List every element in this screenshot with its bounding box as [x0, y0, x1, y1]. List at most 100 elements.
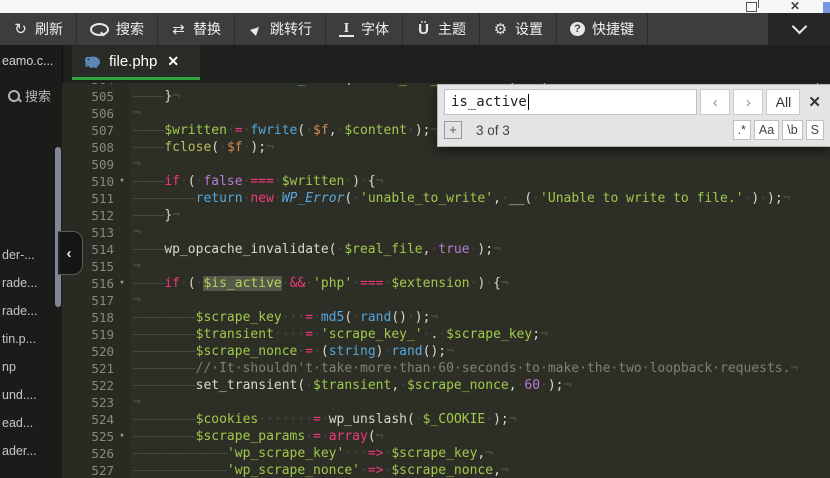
code-line[interactable]: ————if·(·false·===·$written·)·{¬ — [130, 173, 830, 190]
toolbar-button-search[interactable]: 搜索 — [77, 13, 158, 45]
code-line[interactable]: ————————$scrape_nonce·=·(string)·rand();… — [130, 343, 830, 360]
line-number: 524 — [91, 412, 114, 427]
sidebar-file-item[interactable]: ead... — [0, 409, 62, 437]
whole-word-toggle[interactable]: \b — [782, 120, 803, 140]
line-number: 522 — [91, 378, 114, 393]
sidebar-search[interactable]: 搜索 — [8, 86, 62, 105]
gutter-row: 506 — [62, 105, 130, 122]
sidebar-file-item[interactable]: tin.p... — [0, 325, 62, 353]
line-number: 521 — [91, 361, 114, 376]
add-search-button[interactable]: + — [444, 121, 462, 139]
sidebar-file-item[interactable]: rade... — [0, 269, 62, 297]
find-next-button[interactable]: › — [733, 89, 764, 115]
gutter-row: 507 — [62, 122, 130, 139]
fold-arrow-icon[interactable]: ▾ — [114, 275, 130, 292]
code-line[interactable]: ¬ — [130, 292, 830, 309]
line-number: 517 — [91, 293, 114, 308]
chevron-left-icon: ‹ — [66, 244, 72, 262]
gutter-rows: 504505506507508509510▾511512513514515516… — [62, 83, 130, 478]
code-line[interactable]: ————————$transient····=·'scrape_key_'·.·… — [130, 326, 830, 343]
search-panel-row1: is_active ‹ › All ✕ — [438, 85, 830, 118]
toolbar-button-goto-line[interactable]: ▶ 跳转行 — [235, 13, 326, 45]
toolbar: ↻ 刷新 搜索 ⇄ 替换 ▶ 跳转行 I 字体 Ü 主题 ⚙ 设置? 快捷键 — [0, 13, 830, 45]
code-line[interactable]: ————————//·It·shouldn't·take·more·than·6… — [130, 360, 830, 377]
toolbar-button-shortcuts[interactable]: ? 快捷键 — [557, 13, 648, 45]
search-close-icon[interactable]: ✕ — [808, 93, 821, 111]
window-restore-icon[interactable] — [746, 0, 759, 12]
line-number: 525 — [91, 429, 114, 444]
sidebar-file-item[interactable]: ader... — [0, 437, 62, 465]
line-number: 519 — [91, 327, 114, 342]
shortcuts-icon: ? — [570, 22, 585, 36]
toolbar-button-theme[interactable]: Ü 主题 — [403, 13, 480, 45]
gutter-row: 517 — [62, 292, 130, 309]
gutter-row: 524 — [62, 411, 130, 428]
tab-close-icon[interactable]: ✕ — [167, 53, 179, 70]
gutter-row: 520 — [62, 343, 130, 360]
line-number: 514 — [91, 242, 114, 257]
code-line[interactable]: ¬ — [130, 156, 830, 173]
fold-arrow-icon[interactable]: ▾ — [114, 173, 130, 190]
settings-icon: ⚙ — [493, 21, 508, 38]
find-all-button[interactable]: All — [766, 89, 801, 115]
line-number: 516 — [91, 276, 114, 291]
sidebar-scrollbar-thumb[interactable] — [55, 147, 61, 307]
chevron-down-icon — [791, 18, 807, 35]
code-line[interactable]: ¬ — [130, 258, 830, 275]
toolbar-button-label: 搜索 — [116, 21, 144, 37]
code-line[interactable]: ————————$scrape_key···=·md5(·rand()·);¬ — [130, 309, 830, 326]
toolbar-button-settings[interactable]: ⚙ 设置 — [480, 13, 557, 45]
sidebar-file-item[interactable]: und.... — [0, 381, 62, 409]
code-line[interactable]: ————}¬ — [130, 207, 830, 224]
fold-arrow-icon[interactable]: ▾ — [114, 428, 130, 445]
line-number: 527 — [91, 463, 114, 478]
title-strip: ✕ — [0, 0, 830, 24]
code-line[interactable]: ————————————'wp_scrape_key'···=>·$scrape… — [130, 445, 830, 462]
sidebar-current-file[interactable]: eamo.c... — [0, 45, 62, 68]
code-line[interactable]: ————————————'wp_scrape_nonce'·=>·$scrape… — [130, 462, 830, 478]
window-close-icon[interactable]: ✕ — [790, 0, 800, 13]
sidebar-file-item[interactable]: rade... — [0, 297, 62, 325]
match-count: 3 of 3 — [476, 122, 510, 138]
regex-toggle[interactable]: .* — [732, 120, 751, 140]
sidebar-file-item[interactable]: np — [0, 353, 62, 381]
gutter-row: 509 — [62, 156, 130, 173]
code-editor-window: ✕ ↻ 刷新 搜索 ⇄ 替换 ▶ 跳转行 I 字体 Ü 主题 ⚙ 设置? 快捷键 file.php ✕ e… — [0, 0, 830, 478]
gutter-row: 519 — [62, 326, 130, 343]
toolbar-button-refresh[interactable]: ↻ 刷新 — [0, 13, 77, 45]
toolbar-button-label: 跳转行 — [270, 21, 312, 37]
search-panel: is_active ‹ › All ✕ + 3 of 3 .* Aa \b S — [437, 84, 830, 147]
sidebar-search-label: 搜索 — [25, 89, 52, 104]
line-number: 506 — [91, 106, 114, 121]
line-number: 518 — [91, 310, 114, 325]
gutter-row: 521 — [62, 360, 130, 377]
toolbar-button-font[interactable]: I 字体 — [326, 13, 403, 45]
find-previous-button[interactable]: ‹ — [700, 89, 731, 115]
sidebar-collapse-handle[interactable]: ‹ — [58, 231, 83, 275]
code-line[interactable]: ————————$scrape_params·=·array(¬ — [130, 428, 830, 445]
code-line[interactable]: ————————return·new·WP_Error(·'unable_to_… — [130, 190, 830, 207]
search-query-input[interactable]: is_active — [444, 89, 698, 115]
code-line[interactable]: ————————set_transient(·$transient,·$scra… — [130, 377, 830, 394]
code-line[interactable]: ————wp_opcache_invalidate(·$real_file,·t… — [130, 241, 830, 258]
code-line[interactable]: ————if·(·$is_active·&&·'php'·===·$extens… — [130, 275, 830, 292]
toolbar-expand-button[interactable] — [768, 13, 830, 45]
line-number: 520 — [91, 344, 114, 359]
toolbar-button-replace[interactable]: ⇄ 替换 — [158, 13, 235, 45]
code-line[interactable]: ¬ — [130, 394, 830, 411]
code-line[interactable]: ¬ — [130, 224, 830, 241]
selection-toggle[interactable]: S — [805, 120, 824, 140]
case-sensitive-toggle[interactable]: Aa — [753, 120, 780, 140]
line-number: 510 — [91, 174, 114, 189]
code-line[interactable]: ————————$cookies·······=·wp_unslash(·$_C… — [130, 411, 830, 428]
sidebar-file-item[interactable]: der-... — [0, 241, 62, 269]
tab-file-php[interactable]: file.php ✕ — [72, 45, 200, 80]
line-number: 512 — [91, 208, 114, 223]
